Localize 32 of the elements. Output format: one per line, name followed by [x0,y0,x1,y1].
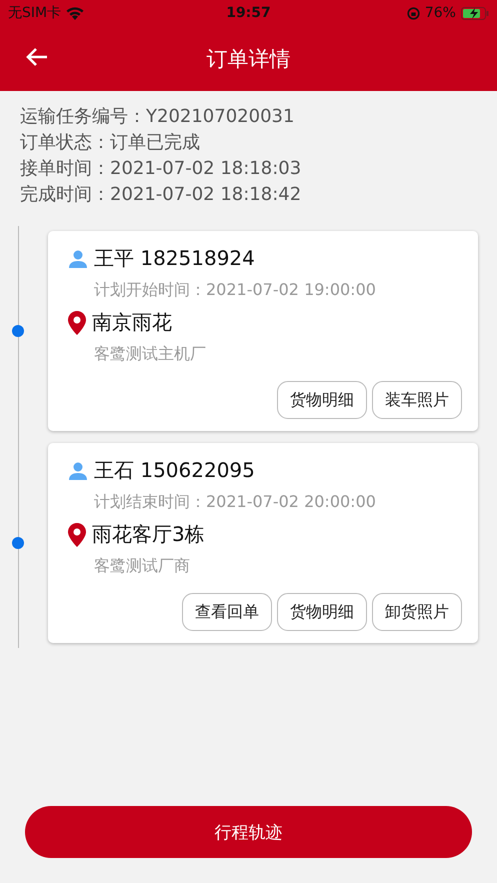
battery-charging-icon [460,6,489,20]
contact-name-phone: 王石 150622095 [94,457,255,484]
place-name: 南京雨花 [92,309,172,336]
action-button[interactable]: 卸货照片 [372,593,462,631]
company-name: 客鹭测试厂商 [94,556,191,577]
action-button[interactable]: 货物明细 [277,593,367,631]
action-button[interactable]: 查看回单 [182,593,272,631]
page-title: 订单详情 [206,46,290,72]
clock-time: 19:57 [226,5,271,21]
carrier-label: 无SIM卡 [8,4,62,22]
person-icon [68,248,88,268]
order-info-line: 接单时间：2021-07-02 18:18:03 [20,157,302,181]
wifi-icon [66,6,84,20]
order-info-line: 运输任务编号：Y202107020031 [20,105,296,129]
planned-time: 计划结束时间：2021-07-02 20:00:00 [94,492,377,513]
person-icon [68,460,88,480]
battery-percent: 76% [424,5,456,21]
timeline-dot [12,325,24,337]
place-name: 雨花客厅3栋 [92,521,205,548]
rotation-lock-icon [406,6,420,20]
timeline-dot [12,537,24,549]
company-name: 客鹭测试主机厂 [94,344,207,365]
trip-track-button[interactable]: 行程轨迹 [25,806,472,858]
location-pin-icon [68,310,86,334]
back-arrow-icon [26,47,48,67]
order-info-line: 完成时间：2021-07-02 18:18:42 [20,183,302,207]
action-button[interactable]: 货物明细 [277,381,367,419]
location-pin-icon [68,522,86,546]
action-button[interactable]: 装车照片 [372,381,462,419]
contact-name-phone: 王平 182518924 [94,245,255,272]
planned-time: 计划开始时间：2021-07-02 19:00:00 [94,280,377,301]
order-info-line: 订单状态：订单已完成 [20,131,201,155]
